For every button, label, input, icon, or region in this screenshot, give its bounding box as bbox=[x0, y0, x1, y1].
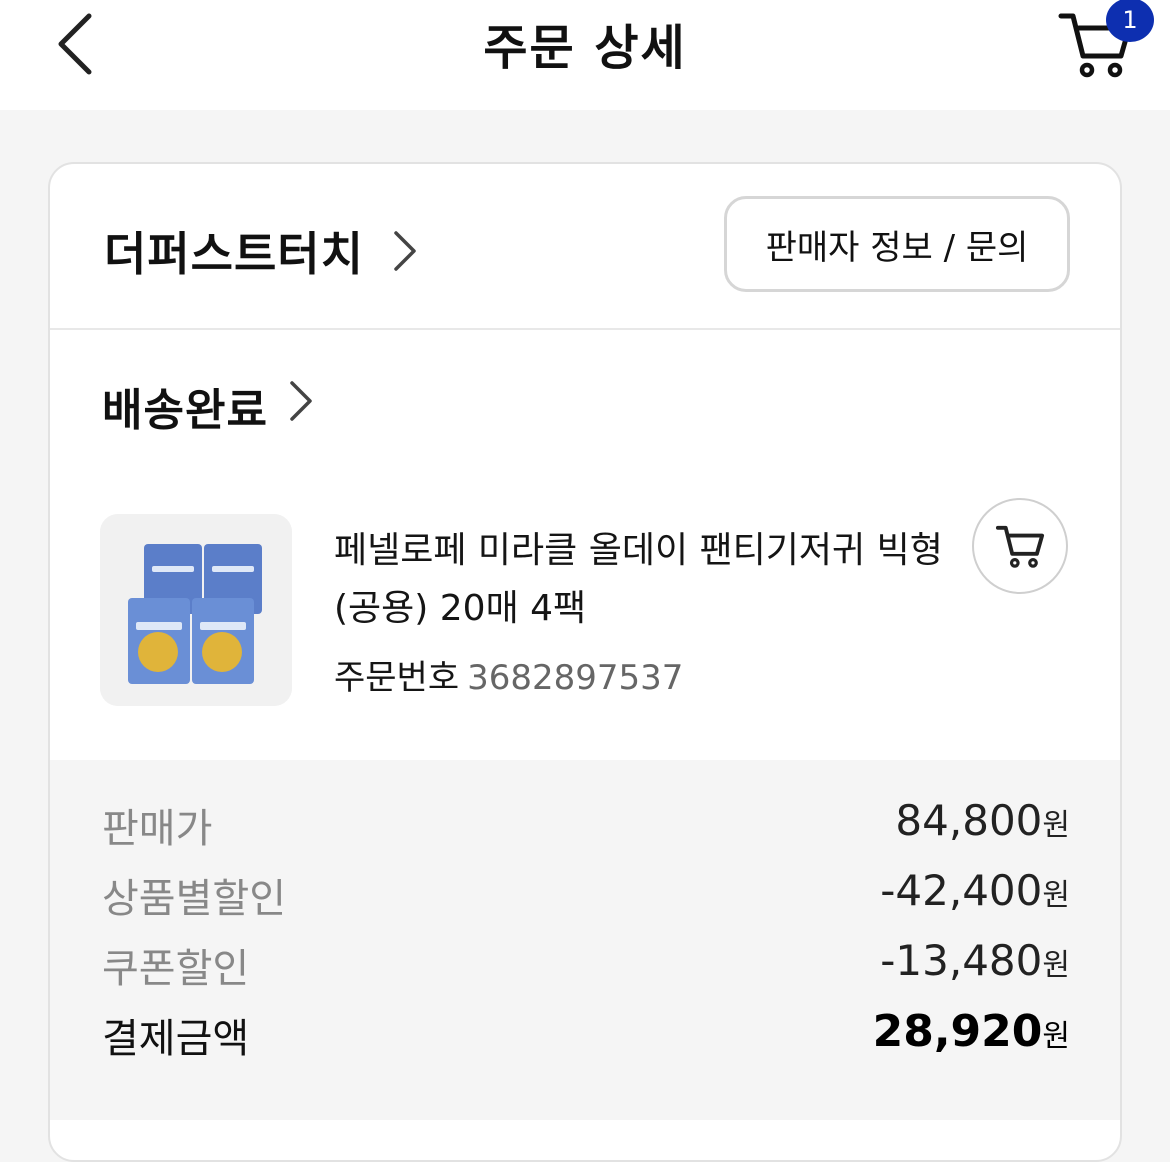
seller-name-link[interactable]: 더퍼스트터치 bbox=[104, 218, 364, 284]
price-label: 결제금액 bbox=[102, 1016, 250, 1062]
product-name[interactable]: 페넬로페 미라클 올데이 팬티기저귀 빅형(공용) 20매 4팩 bbox=[334, 522, 954, 638]
page-title: 주문 상세 bbox=[483, 20, 687, 76]
order-number-value: 3682897537 bbox=[467, 658, 684, 698]
price-row-coupon-discount: 쿠폰할인 -13,480원 bbox=[102, 936, 1070, 996]
price-value: -42,400원 bbox=[880, 866, 1070, 915]
order-card: 더퍼스트터치 판매자 정보 / 문의 배송완료 페넬로페 미라클 올데이 팬티기… bbox=[48, 162, 1122, 1162]
price-label: 쿠폰할인 bbox=[102, 946, 250, 992]
price-row-sale: 판매가 84,800원 bbox=[102, 796, 1070, 856]
order-number-label: 주문번호 bbox=[334, 658, 460, 698]
cart-icon bbox=[995, 525, 1045, 568]
price-row-total: 결제금액 28,920원 bbox=[102, 1006, 1070, 1066]
seller-info-button[interactable]: 판매자 정보 / 문의 bbox=[724, 196, 1070, 292]
price-label: 상품별할인 bbox=[102, 876, 286, 922]
seller-row: 더퍼스트터치 판매자 정보 / 문의 bbox=[50, 164, 1120, 330]
delivery-status-link[interactable]: 배송완료 bbox=[102, 374, 268, 438]
price-summary: 판매가 84,800원 상품별할인 -42,400원 쿠폰할인 -13,480원… bbox=[50, 760, 1120, 1120]
top-bar: 주문 상세 1 bbox=[0, 0, 1170, 110]
chevron-right-icon bbox=[394, 231, 416, 271]
price-row-product-discount: 상품별할인 -42,400원 bbox=[102, 866, 1070, 926]
price-value: 84,800원 bbox=[895, 796, 1070, 845]
add-to-cart-button[interactable] bbox=[972, 498, 1068, 594]
product-thumbnail[interactable] bbox=[100, 514, 292, 706]
price-label: 판매가 bbox=[102, 806, 213, 852]
price-value: 28,920원 bbox=[872, 1006, 1070, 1057]
price-value: -13,480원 bbox=[880, 936, 1070, 985]
cart-count-badge: 1 bbox=[1106, 0, 1154, 42]
product-image bbox=[100, 514, 292, 706]
order-number: 주문번호 3682897537 bbox=[334, 650, 683, 699]
chevron-right-icon bbox=[290, 381, 312, 421]
